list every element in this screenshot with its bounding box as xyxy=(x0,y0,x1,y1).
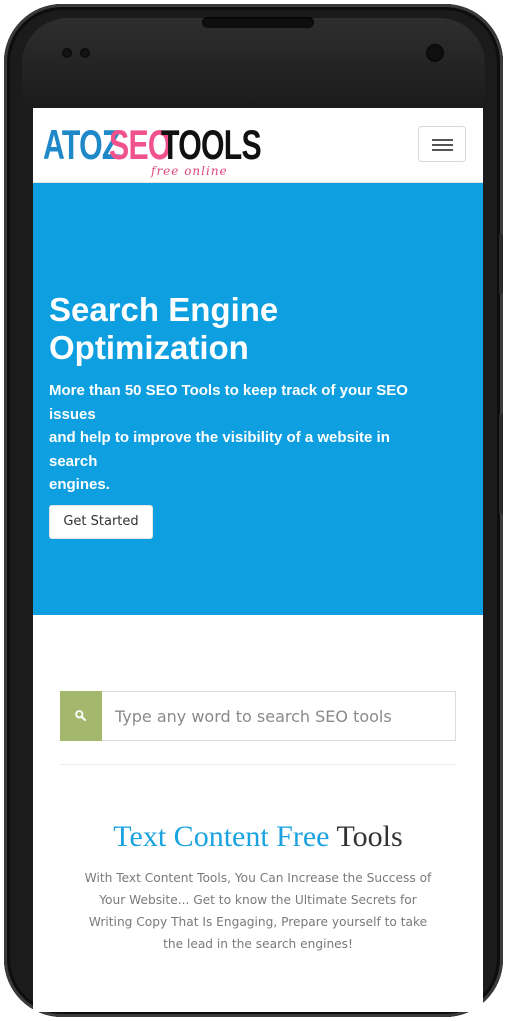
section-title-accent: Text Content Free xyxy=(113,820,330,853)
menu-toggle-button[interactable] xyxy=(418,126,466,162)
hero-subtitle-line: engines. xyxy=(49,476,110,493)
logo-word-tools: TOOLS xyxy=(161,121,262,168)
phone-top-bezel xyxy=(22,18,485,108)
hero-subtitle-line: More than 50 SEO Tools to keep track of … xyxy=(49,382,408,399)
hero-subtitle-line: and help to improve the visibility of a … xyxy=(49,429,390,446)
hero-subtitle-line: issues xyxy=(49,405,96,423)
divider xyxy=(60,764,456,765)
phone-camera xyxy=(426,44,444,62)
hero-subtitle: More than 50 SEO Tools to keep track of … xyxy=(49,379,459,497)
phone-side-button xyxy=(499,234,503,294)
phone-sensor xyxy=(80,48,90,58)
navbar: ATOZ SEO TOOLS free online xyxy=(33,108,483,183)
search-bar xyxy=(60,691,456,741)
hero-banner: Search Engine Optimization More than 50 … xyxy=(33,183,483,615)
search-icon xyxy=(75,710,86,721)
phone-screen: ATOZ SEO TOOLS free online Search Engine… xyxy=(33,108,483,1012)
section-title-rest: Tools xyxy=(336,820,403,853)
hero-title: Search Engine Optimization xyxy=(49,291,279,366)
phone-volume-button xyxy=(499,414,503,514)
section-description: With Text Content Tools, You Can Increas… xyxy=(84,871,432,951)
get-started-button[interactable]: Get Started xyxy=(49,505,153,539)
site-logo[interactable]: ATOZ SEO TOOLS free online xyxy=(43,118,263,179)
logo-tagline: free online xyxy=(151,164,228,178)
section-title: Text Content Free Tools xyxy=(33,820,483,854)
search-button[interactable] xyxy=(60,691,102,741)
hero-subtitle-line: search xyxy=(49,452,98,470)
search-input[interactable] xyxy=(102,692,455,740)
phone-sensor xyxy=(62,48,72,58)
phone-speaker xyxy=(202,17,314,28)
phone-frame: ATOZ SEO TOOLS free online Search Engine… xyxy=(4,4,503,1017)
